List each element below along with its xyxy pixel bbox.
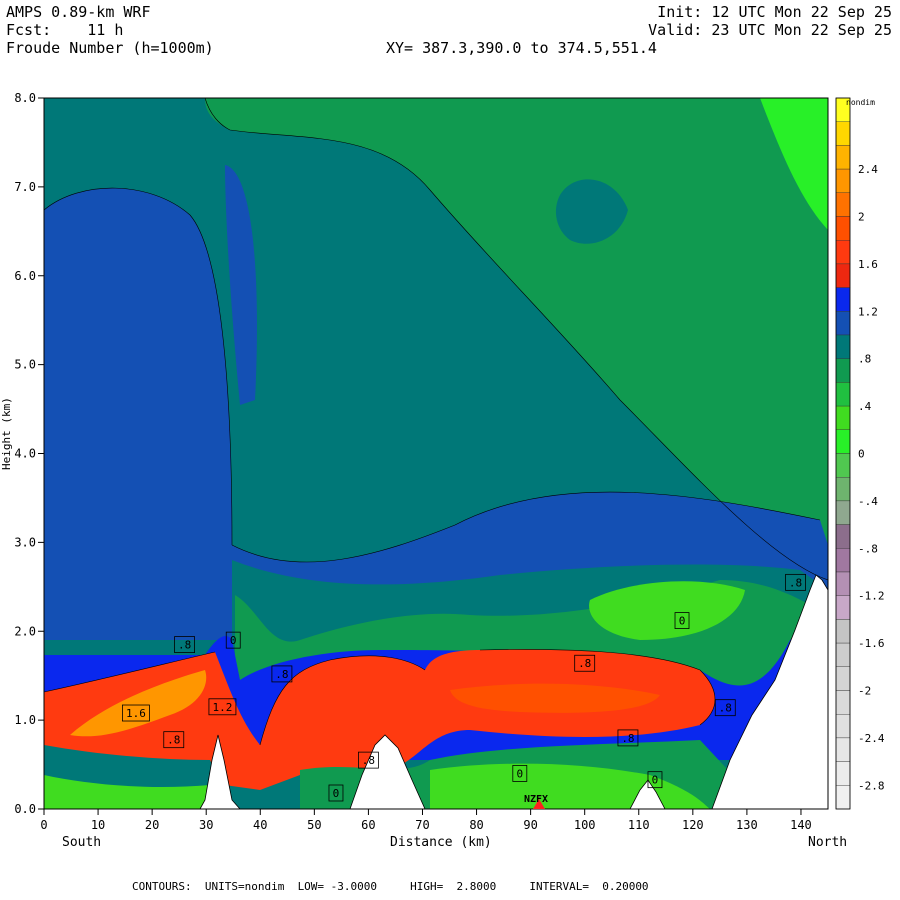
colorbar-label: 0 [858,448,865,461]
colorbar-swatch [835,145,851,170]
colorbar-label: 2.4 [858,163,878,176]
contour-label-text: .8 [621,732,634,745]
colorbar-swatch [835,429,851,454]
contour-label-text: 0 [230,634,237,647]
colorbar-swatch [835,334,851,359]
colorbar-swatch [835,666,851,691]
x-tick-label: 40 [253,818,267,832]
colorbar-label: 1.6 [858,258,878,271]
x-tick-label: 70 [415,818,429,832]
x-tick-label: 100 [574,818,596,832]
x-tick-label: 110 [628,818,650,832]
y-tick-label: 7.0 [14,180,36,194]
contour-label-text: .8 [167,734,180,747]
colorbar-label: 2 [858,211,865,224]
x-tick-label: 20 [145,818,159,832]
contour-label-text: .8 [178,639,191,652]
colorbar-units: nondim [846,98,875,107]
colorbar-swatch [835,192,851,217]
x-end-label-south: South [62,835,101,850]
x-axis-label: Distance (km) [390,835,492,850]
y-tick-label: 0.0 [14,802,36,816]
contour-label-text: .8 [719,702,732,715]
colorbar-swatch [835,405,851,431]
colorbar-label: 1.2 [858,305,878,318]
x-tick-label: 10 [91,818,105,832]
colorbar-swatch [835,761,851,786]
colorbar-label: .8 [858,353,871,366]
y-tick-label: 5.0 [14,358,36,372]
x-tick-label: 0 [40,818,47,832]
colorbar-label: -.4 [858,495,878,508]
colorbar-swatch [835,714,851,739]
colorbar-label: -2 [858,685,871,698]
station-label: NZFX [524,794,548,805]
contour-label-text: 1.2 [212,701,232,714]
y-tick-label: 1.0 [14,713,36,727]
colorbar-swatch [835,287,851,312]
x-tick-label: 130 [736,818,758,832]
contour-label: 1.6 [122,704,150,722]
contour-label-text: .8 [789,576,802,589]
colorbar-swatch [835,690,851,715]
cross-section-plot: 0 10 20 30 40 50 60 70 80 90 100 110 120 130 1400.01.0… [0,91,885,850]
colorbar-swatch [835,239,851,265]
colorbar-swatch [835,619,851,644]
contour-label-text: 0 [679,615,686,628]
colorbar-label: .4 [858,400,872,413]
contour-label-text: 0 [652,774,659,787]
colorbar-swatch [835,737,851,762]
plot-field [44,98,828,809]
colorbar-swatch [835,571,851,596]
y-tick-label: 3.0 [14,535,36,549]
contour-label-text: 0 [516,767,523,780]
colorbar-swatch [835,477,851,502]
colorbar-label: -1.6 [858,637,885,650]
contour-label-text: .8 [275,668,288,681]
colorbar-swatch [835,500,851,525]
x-tick-label: 140 [790,818,812,832]
colorbar-swatch [835,595,851,620]
colorbar-swatch [835,548,851,573]
colorbar-label: -2.4 [858,732,885,745]
x-tick-label: 120 [682,818,704,832]
y-tick-label: 8.0 [14,91,36,105]
x-tick-label: 60 [361,818,375,832]
contour-label: 1.2 [208,698,237,716]
contour-label-text: 0 [333,787,340,800]
colorbar-swatch [835,121,851,146]
colorbar: 2.4 2 1.6 1.2 .8 .4 0 -.4 -.8 -1.2 -1.6 -2 -2.4 -2.8 [835,97,885,810]
y-tick-label: 4.0 [14,447,36,461]
y-axis-label: Height (km) [0,397,13,470]
x-tick-label: 90 [523,818,537,832]
colorbar-swatch [835,642,851,667]
x-end-label-north: North [808,835,847,850]
colorbar-swatch [835,453,851,478]
colorbar-swatch [835,311,851,336]
colorbar-swatch [835,524,851,549]
colorbar-swatch [835,382,851,407]
x-tick-label: 50 [307,818,321,832]
colorbar-swatch [835,216,851,241]
colorbar-swatch [835,263,851,288]
x-tick-label: 30 [199,818,213,832]
colorbar-label: -2.8 [858,779,885,792]
colorbar-label: -1.2 [858,590,885,603]
colorbar-swatch [835,168,851,194]
contour-label-text: .8 [578,657,591,670]
y-tick-label: 6.0 [14,269,36,283]
contour-label-text: .8 [362,754,375,767]
colorbar-swatch [835,358,851,383]
contour-label-text: 1.6 [126,707,146,720]
y-tick-label: 2.0 [14,624,36,638]
contour-info-footer: CONTOURS: UNITS=nondim LOW= -3.0000 HIGH… [132,880,649,893]
colorbar-label: -.8 [858,542,878,555]
colorbar-swatch [835,785,851,810]
x-tick-label: 80 [469,818,483,832]
